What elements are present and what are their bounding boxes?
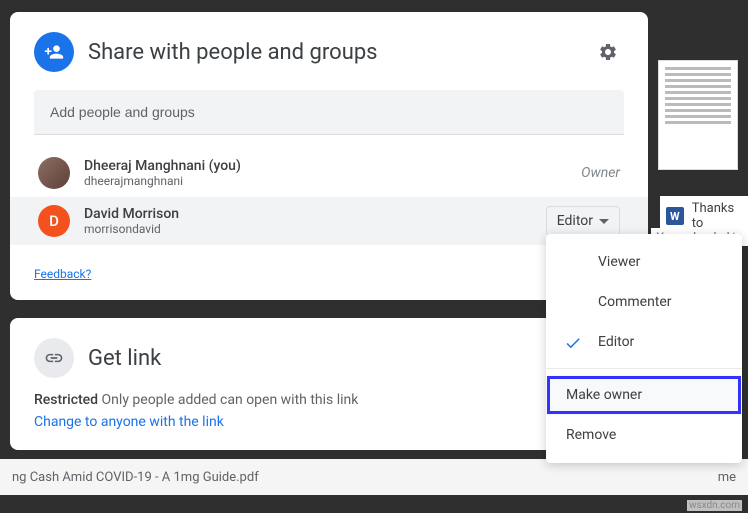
- owner-label: Owner: [581, 165, 620, 181]
- feedback-link[interactable]: Feedback?: [34, 267, 91, 281]
- menu-item-commenter[interactable]: Commenter: [546, 282, 742, 322]
- settings-button[interactable]: [592, 36, 624, 68]
- avatar: [38, 157, 70, 189]
- person-email: dheerajmanghnani: [84, 174, 567, 188]
- avatar: D: [38, 205, 70, 237]
- menu-item-viewer[interactable]: Viewer: [546, 242, 742, 282]
- menu-divider: [546, 368, 742, 369]
- change-access-link[interactable]: Change to anyone with the link: [34, 414, 624, 430]
- chevron-down-icon: [599, 219, 609, 224]
- share-dialog-header: Share with people and groups: [34, 32, 624, 72]
- restricted-text: Only people added can open with this lin…: [102, 392, 359, 408]
- menu-item-label: Editor: [598, 334, 634, 350]
- share-dialog-title: Share with people and groups: [88, 40, 578, 65]
- restricted-label: Restricted: [34, 392, 98, 408]
- menu-item-editor[interactable]: Editor: [546, 322, 742, 362]
- add-people-input[interactable]: [34, 90, 624, 135]
- role-dropdown[interactable]: Editor: [546, 206, 620, 236]
- person-row-owner: Dheeraj Manghnani (you) dheerajmanghnani…: [34, 149, 624, 197]
- file-name: ng Cash Amid COVID-19 - A 1mg Guide.pdf: [12, 470, 538, 485]
- person-name: Dheeraj Manghnani (you): [84, 158, 567, 174]
- person-name: David Morrison: [84, 206, 532, 222]
- menu-item-make-owner[interactable]: Make owner: [546, 375, 742, 415]
- menu-item-remove[interactable]: Remove: [546, 415, 742, 455]
- person-info: David Morrison morrisondavid: [84, 206, 532, 236]
- menu-item-label: Remove: [566, 427, 616, 443]
- file-owner: me: [718, 470, 736, 485]
- sidebar-file-label: Thanks to: [692, 201, 748, 231]
- getlink-title: Get link: [88, 346, 161, 371]
- person-email: morrisondavid: [84, 222, 532, 236]
- check-icon: [564, 334, 582, 356]
- link-icon: [34, 338, 74, 378]
- menu-item-label: Viewer: [598, 254, 640, 270]
- word-doc-icon: W: [666, 207, 684, 225]
- role-dropdown-label: Editor: [557, 213, 593, 229]
- menu-item-label: Make owner: [566, 387, 642, 403]
- gear-icon: [598, 42, 618, 62]
- restricted-description: Restricted Only people added can open wi…: [34, 392, 624, 408]
- person-info: Dheeraj Manghnani (you) dheerajmanghnani: [84, 158, 567, 188]
- share-people-icon: [34, 32, 74, 72]
- file-preview-thumbnail: [658, 60, 738, 170]
- getlink-header: Get link: [34, 338, 624, 378]
- role-dropdown-menu: Viewer Commenter Editor Make owner Remov…: [546, 234, 742, 463]
- file-list-row[interactable]: ng Cash Amid COVID-19 - A 1mg Guide.pdf …: [0, 459, 748, 495]
- menu-item-label: Commenter: [598, 294, 672, 310]
- watermark: wsxdn.com: [687, 500, 742, 511]
